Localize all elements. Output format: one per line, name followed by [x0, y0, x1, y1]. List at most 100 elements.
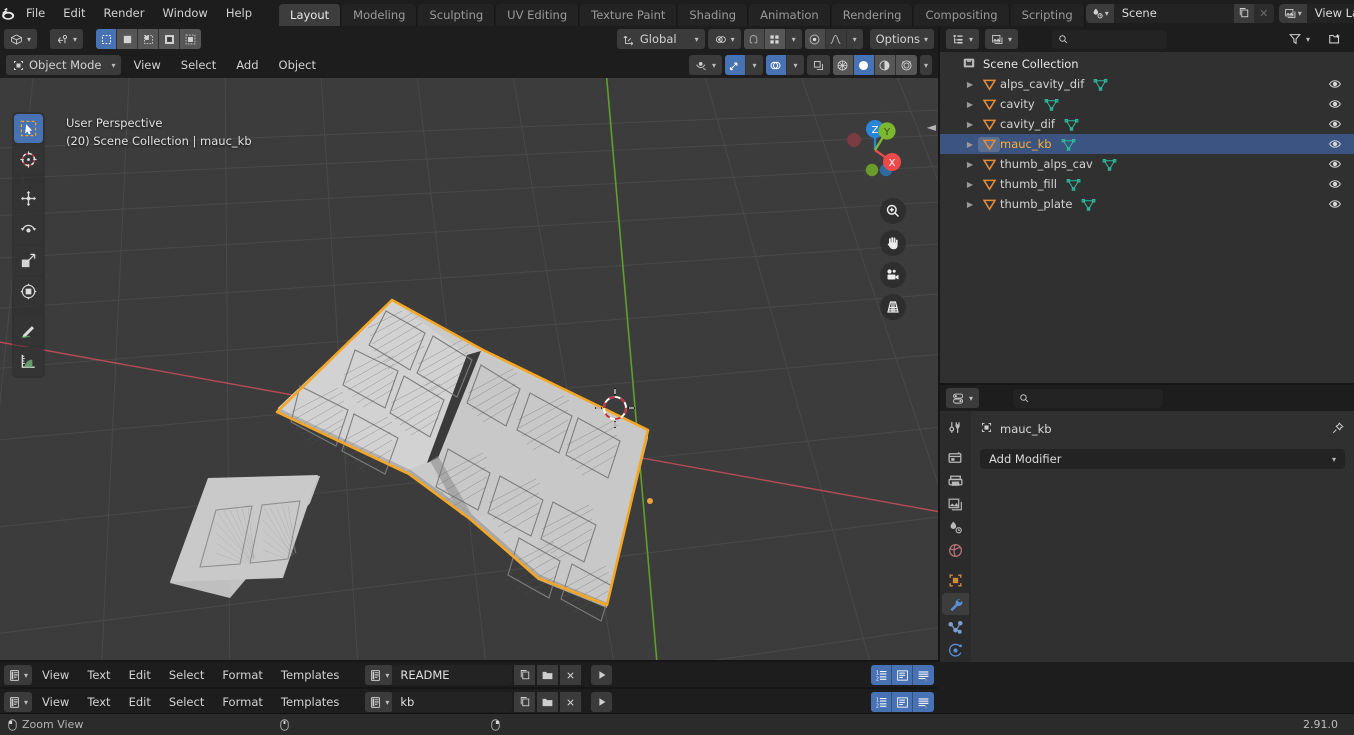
shading-caret[interactable]: ▾	[919, 55, 932, 75]
unlink-x-icon[interactable]: ✕	[1253, 3, 1274, 23]
disclosure-triangle-icon[interactable]: ▶	[962, 200, 978, 209]
text-editor-2-menu-format[interactable]: Format	[214, 693, 271, 711]
disclosure-triangle-icon[interactable]: ▶	[962, 120, 978, 129]
mesh-data-icon[interactable]	[1102, 157, 1117, 172]
tool-scale[interactable]	[14, 246, 43, 275]
outliner-item-mauc_kb[interactable]: ▶ mauc_kb	[940, 134, 1354, 154]
eye-open-icon[interactable]	[1328, 114, 1342, 134]
add-modifier-button[interactable]: Add Modifier ▾	[980, 449, 1345, 469]
text-editor-1-menu-text[interactable]: Text	[79, 666, 118, 684]
mesh-data-icon[interactable]	[1081, 197, 1096, 212]
text-editor-1-menu-format[interactable]: Format	[214, 666, 271, 684]
eye-open-icon[interactable]	[1328, 134, 1342, 154]
properties-search-input[interactable]	[1013, 388, 1164, 408]
unlink-x-icon[interactable]	[560, 692, 582, 712]
viewport-menu-add[interactable]: Add	[227, 55, 267, 75]
shading-rendered-icon[interactable]	[895, 55, 917, 75]
workspace-tab-texture-paint[interactable]: Texture Paint	[580, 4, 678, 26]
editor-type-3dview-icon[interactable]: ▾	[4, 29, 38, 49]
shading-material-icon[interactable]	[874, 55, 896, 75]
falloff-caret[interactable]: ▾	[846, 29, 863, 49]
tab-render[interactable]	[942, 446, 969, 468]
outliner-item-cavity[interactable]: ▶ cavity	[940, 94, 1354, 114]
mesh-data-icon[interactable]	[1044, 97, 1059, 112]
editor-split-horizontal[interactable]	[940, 383, 1354, 385]
disclosure-triangle-icon[interactable]: ▶	[962, 140, 978, 149]
text-editor-2-menu-edit[interactable]: Edit	[121, 693, 159, 711]
viewport-canvas[interactable]: User Perspective (20) Scene Collection |…	[0, 78, 938, 662]
eye-open-icon[interactable]	[1328, 194, 1342, 214]
navigation-gizmo[interactable]: Z Y X	[836, 111, 914, 189]
shading-solid-icon[interactable]	[853, 55, 875, 75]
view-layer-datablock[interactable]: ▾ View Layer ✕	[1278, 3, 1354, 23]
pivot-point-dropdown[interactable]: ▾	[707, 29, 741, 49]
syntax-highlight-toggle[interactable]	[913, 692, 934, 712]
editor-split-text2[interactable]	[0, 687, 938, 689]
workspace-tab-animation[interactable]: Animation	[749, 4, 831, 26]
workspace-tab-modeling[interactable]: Modeling	[342, 4, 418, 26]
workspace-tab-rendering[interactable]: Rendering	[831, 4, 914, 26]
xray-toggle-icon[interactable]	[806, 55, 830, 75]
falloff-smooth-icon[interactable]	[825, 29, 847, 49]
line-numbers-toggle[interactable]: 1 2	[871, 692, 892, 712]
run-script-icon[interactable]	[591, 692, 613, 712]
tab-modifier[interactable]	[942, 593, 969, 616]
mesh-data-icon[interactable]	[1061, 137, 1076, 152]
select-new-icon[interactable]	[96, 29, 118, 49]
workspace-tab-shading[interactable]: Shading	[678, 4, 749, 26]
scene-datablock[interactable]: ▾ Scene ✕	[1085, 3, 1274, 23]
tool-select-box[interactable]	[14, 114, 43, 143]
transform-orientation-dropdown[interactable]: Global ▾	[616, 29, 705, 49]
tool-annotate[interactable]	[14, 316, 43, 345]
text-editor-2-menu-select[interactable]: Select	[161, 693, 212, 711]
eye-open-icon[interactable]	[1328, 94, 1342, 114]
run-script-icon[interactable]	[591, 665, 613, 685]
viewport-menu-select[interactable]: Select	[172, 55, 225, 75]
tab-tool[interactable]	[942, 416, 969, 438]
workspace-tab-sculpting[interactable]: Sculpting	[418, 4, 496, 26]
outliner-display-mode-icon[interactable]: ▾	[946, 29, 980, 49]
eye-open-icon[interactable]	[1328, 174, 1342, 194]
editor-split-vertical[interactable]	[938, 26, 940, 662]
text-datablock-icon[interactable]: ▾	[365, 665, 394, 685]
text-editor-2-menu-templates[interactable]: Templates	[273, 693, 347, 711]
menu-help[interactable]: Help	[217, 3, 261, 23]
tool-rotate[interactable]	[14, 215, 43, 244]
proportional-edit-icon[interactable]	[804, 29, 826, 49]
mesh-data-icon[interactable]	[1066, 177, 1081, 192]
outliner-item-thumb_fill[interactable]: ▶ thumb_fill	[940, 174, 1354, 194]
snap-magnet-icon[interactable]	[743, 29, 765, 49]
word-wrap-toggle[interactable]	[892, 665, 913, 685]
viewport-menu-object[interactable]: Object	[270, 55, 325, 75]
mesh-data-icon[interactable]	[1093, 77, 1108, 92]
disclosure-triangle-icon[interactable]: ▶	[962, 180, 978, 189]
overlays-icon[interactable]	[765, 55, 787, 75]
new-text-icon[interactable]	[514, 692, 536, 712]
tab-physics[interactable]	[942, 640, 969, 662]
menu-file[interactable]: File	[17, 3, 54, 23]
mesh-data-icon[interactable]	[1064, 117, 1079, 132]
view-layer-name-field[interactable]: View Layer	[1306, 3, 1354, 23]
editor-split-text1[interactable]	[0, 660, 938, 662]
snap-caret[interactable]: ▾	[785, 29, 802, 49]
outliner-item-thumb_alps_cav[interactable]: ▶ thumb_alps_cav	[940, 154, 1354, 174]
pin-icon[interactable]	[1331, 421, 1345, 438]
tab-view-layer[interactable]	[942, 493, 969, 515]
tool-cursor[interactable]	[14, 145, 43, 174]
disclosure-triangle-icon[interactable]: ▶	[962, 160, 978, 169]
tool-transform[interactable]	[14, 277, 43, 306]
line-numbers-toggle[interactable]: 1 2	[871, 665, 892, 685]
sidebar-collapse-arrow[interactable]: ◄	[927, 120, 936, 134]
outliner-item-cavity_dif[interactable]: ▶ cavity_dif	[940, 114, 1354, 134]
syntax-highlight-toggle[interactable]	[913, 665, 934, 685]
tool-measure[interactable]	[14, 347, 43, 376]
select-subtract-icon[interactable]	[138, 29, 160, 49]
view-layer-icon[interactable]: ▾	[1278, 3, 1307, 23]
outliner-item-alps_cavity_dif[interactable]: ▶ alps_cavity_dif	[940, 74, 1354, 94]
text-editor-1-menu-select[interactable]: Select	[161, 666, 212, 684]
object-mode-dropdown[interactable]: Object Mode ▾	[6, 55, 122, 75]
visibility-eye-icon[interactable]: ▾	[688, 55, 722, 75]
text-editor-1-menu-edit[interactable]: Edit	[121, 666, 159, 684]
outliner-id-type-icon[interactable]: ▾	[985, 29, 1019, 49]
select-invert-icon[interactable]	[159, 29, 181, 49]
